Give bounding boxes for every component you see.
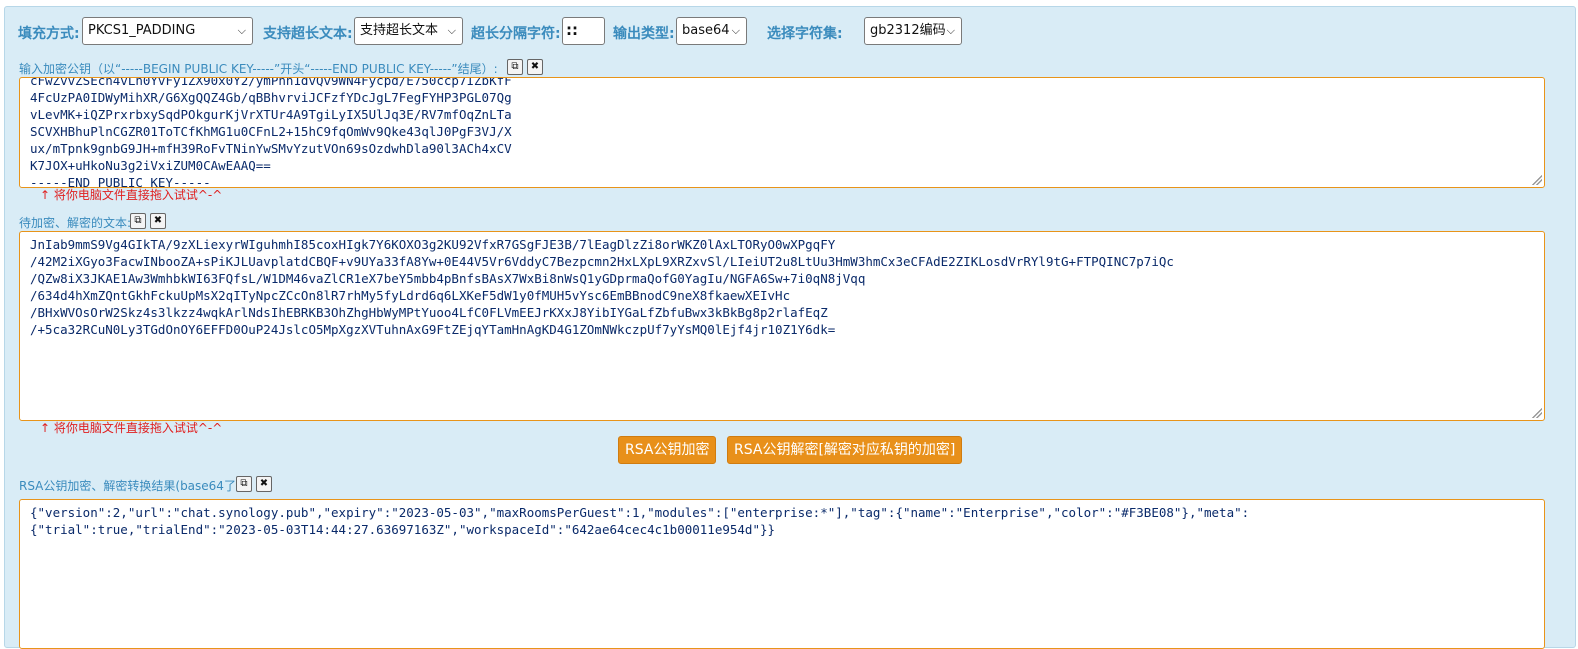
public-key-drop-hint: ↑ 将你电脑文件直接拖入试试^-^ — [40, 188, 223, 202]
text-line: /+5ca32RCuN0Ly3TGdOnOY6EFFD0OuP24JslcO5M… — [30, 322, 836, 337]
result-line: {"trial":true,"trialEnd":"2023-05-03T14:… — [30, 522, 776, 537]
key-line: vLevMK+iQZPrxrbxySqdPOkgurKjVrXTUr4A9Tgi… — [30, 107, 512, 122]
charset-select[interactable]: gb2312编码 ⌵ — [864, 17, 962, 45]
key-line: K7JOX+uHkoNu3g2iVxiZUM0CAwEAAQ== — [30, 158, 271, 173]
key-line: cFwZvvZSEch4vLn0YvFy1ZX90x0Y2/ymPhn1dvQv… — [30, 77, 512, 88]
key-line: ux/mTpnk9gnbG9JH+mfH39RoFvTNinYwSMvYzutV… — [30, 141, 512, 156]
separator-input[interactable]: :: — [562, 17, 605, 45]
key-line: -----END PUBLIC KEY----- — [30, 175, 211, 188]
result-textarea[interactable]: {"version":2,"url":"chat.synology.pub","… — [19, 499, 1545, 649]
resize-handle[interactable] — [1532, 175, 1542, 185]
text-line: /QZw8iX3JKAE1Aw3WmhbkWI63FQfsL/W1DM46vaZ… — [30, 271, 866, 286]
text-line: /634d4hXmZQntGkhFckuUpMsX2qITyNpcZCcOn8l… — [30, 288, 791, 303]
separator-label: 超长分隔字符: — [471, 26, 561, 42]
padding-label: 填充方式: — [18, 26, 80, 42]
result-line: {"version":2,"url":"chat.synology.pub","… — [30, 505, 1250, 520]
copy-icon[interactable]: ⧉ — [236, 476, 252, 492]
text-line: /42M2iXGyo3FacwINbooZA+sPiKJLUavplatdCBQ… — [30, 254, 1174, 269]
public-key-label: 输入加密公钥（以“-----BEGIN PUBLIC KEY-----”开头“-… — [19, 62, 498, 76]
key-line: SCVXHBhuPlnCGZR01ToTCfKhMG1u0CFnL2+15hC9… — [30, 124, 512, 139]
charset-label: 选择字符集: — [767, 26, 843, 42]
plaintext-drop-hint: ↑ 将你电脑文件直接拖入试试^-^ — [40, 421, 223, 435]
output-type-label: 输出类型: — [613, 26, 675, 42]
chevron-down-icon: ⌵ — [946, 24, 955, 37]
resize-handle[interactable] — [1532, 408, 1542, 418]
chevron-down-icon: ⌵ — [447, 24, 456, 37]
rsa-encrypt-button[interactable]: RSA公钥加密 — [618, 436, 717, 464]
result-label: RSA公钥加密、解密转换结果(base64了): — [19, 479, 245, 493]
chevron-down-icon: ⌵ — [237, 24, 246, 37]
clear-icon[interactable]: ✖ — [256, 476, 272, 492]
padding-select[interactable]: PKCS1_PADDING ⌵ — [82, 17, 253, 45]
copy-icon[interactable]: ⧉ — [130, 213, 146, 229]
chevron-down-icon: ⌵ — [731, 24, 740, 37]
text-line: /BHxWVOsOrW2Skz4s3lkzz4wqkArlNdsIhEBRKB3… — [30, 305, 828, 320]
public-key-textarea[interactable]: cFwZvvZSEch4vLn0YvFy1ZX90x0Y2/ymPhn1dvQv… — [19, 77, 1545, 188]
plaintext-textarea[interactable]: JnIab9mmS9Vg4GIkTA/9zXLiexyrWIguhmhI85co… — [19, 231, 1545, 421]
copy-icon[interactable]: ⧉ — [507, 59, 523, 75]
key-line: 4FcUzPA0IDWyMihXR/G6XgQQZ4Gb/qBBhvrviJCF… — [30, 90, 512, 105]
rsa-decrypt-button[interactable]: RSA公钥解密[解密对应私钥的加密] — [727, 436, 963, 464]
clear-icon[interactable]: ✖ — [527, 59, 543, 75]
long-text-label: 支持超长文本: — [263, 26, 353, 42]
output-type-select[interactable]: base64 ⌵ — [676, 17, 747, 45]
text-line: JnIab9mmS9Vg4GIkTA/9zXLiexyrWIguhmhI85co… — [30, 237, 836, 252]
clear-icon[interactable]: ✖ — [150, 213, 166, 229]
long-text-select[interactable]: 支持超长文本 ⌵ — [354, 17, 463, 45]
plaintext-label: 待加密、解密的文本: — [19, 216, 132, 230]
